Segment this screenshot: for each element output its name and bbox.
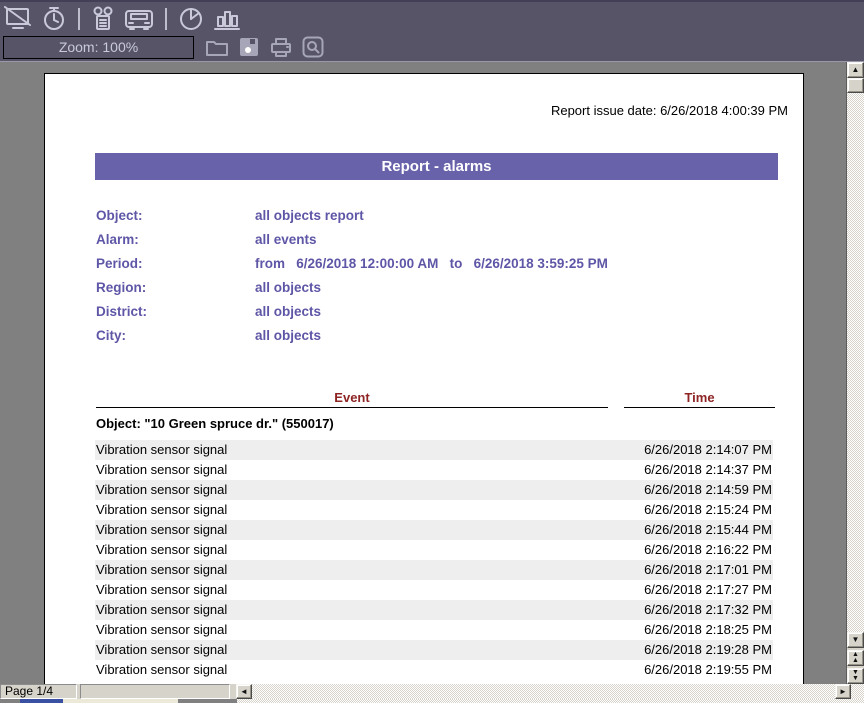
time-cell: 6/26/2018 2:17:27 PM — [644, 580, 772, 600]
time-cell: 6/26/2018 2:19:55 PM — [644, 660, 772, 680]
report-title: Report - alarms — [95, 153, 778, 180]
scroll-down-button[interactable]: ▼ — [847, 632, 864, 648]
column-header-time: Time — [624, 390, 775, 408]
scroll-up-button[interactable]: ▲ — [847, 62, 864, 78]
zoom-level-indicator[interactable]: Zoom: 100% — [3, 36, 194, 59]
table-row: Vibration sensor signal 6/26/2018 2:18:2… — [95, 620, 773, 640]
event-cell: Vibration sensor signal — [96, 660, 227, 680]
page-indicator: Page 1/4 — [0, 684, 77, 699]
time-cell: 6/26/2018 2:14:59 PM — [644, 480, 772, 500]
scroll-left-button[interactable]: ◄ — [236, 684, 252, 699]
time-cell: 6/26/2018 2:17:32 PM — [644, 600, 772, 620]
open-folder-icon[interactable] — [205, 36, 229, 58]
print-icon[interactable] — [269, 36, 293, 58]
event-cell: Vibration sensor signal — [96, 480, 227, 500]
toolbar-row-file — [205, 35, 324, 59]
search-icon[interactable] — [302, 36, 324, 58]
vertical-scroll-thumb[interactable] — [847, 78, 864, 93]
event-cell: Vibration sensor signal — [96, 460, 227, 480]
toolbar-separator — [78, 8, 80, 30]
background-window-fragment — [20, 699, 63, 703]
vertical-scrollbar[interactable]: ▲ ▼ ▲▲ ▼▼ — [846, 62, 864, 684]
time-cell: 6/26/2018 2:14:37 PM — [644, 460, 772, 480]
meta-label: Alarm: — [96, 228, 255, 252]
time-cell: 6/26/2018 2:15:44 PM — [644, 520, 772, 540]
main-toolbar: Zoom: 100% — [0, 0, 864, 62]
event-table: Vibration sensor signal 6/26/2018 2:14:0… — [95, 440, 773, 680]
meta-row: Period:from 6/26/2018 12:00:00 AM to 6/2… — [96, 252, 786, 276]
table-row: Vibration sensor signal 6/26/2018 2:14:5… — [95, 480, 773, 500]
table-row: Vibration sensor signal 6/26/2018 2:19:5… — [95, 660, 773, 680]
toolbar-row-main — [4, 5, 241, 33]
meta-row: District:all objects — [96, 300, 786, 324]
table-row: Vibration sensor signal 6/26/2018 2:15:4… — [95, 520, 773, 540]
horizontal-scrollbar[interactable]: ◄ ► — [236, 684, 864, 699]
previous-page-button[interactable]: ▲▲ — [847, 650, 864, 666]
event-cell: Vibration sensor signal — [96, 440, 227, 460]
toolbar-separator — [165, 8, 167, 30]
report-preview-area: Report issue date: 6/26/2018 4:00:39 PM … — [0, 62, 846, 684]
table-row: Vibration sensor signal 6/26/2018 2:17:3… — [95, 600, 773, 620]
meta-label: Object: — [96, 204, 255, 228]
event-cell: Vibration sensor signal — [96, 520, 227, 540]
table-row: Vibration sensor signal 6/26/2018 2:17:0… — [95, 560, 773, 580]
next-page-button[interactable]: ▼▼ — [847, 668, 864, 684]
meta-label: City: — [96, 324, 255, 348]
meta-row: Alarm:all events — [96, 228, 786, 252]
event-cell: Vibration sensor signal — [96, 640, 227, 660]
time-cell: 6/26/2018 2:17:01 PM — [644, 560, 772, 580]
time-cell: 6/26/2018 2:18:25 PM — [644, 620, 772, 640]
time-cell: 6/26/2018 2:14:07 PM — [644, 440, 772, 460]
table-row: Vibration sensor signal 6/26/2018 2:19:2… — [95, 640, 773, 660]
background-window-edge — [0, 699, 864, 703]
pie-chart-icon[interactable] — [178, 6, 204, 32]
meta-row: Object:all objects report — [96, 204, 786, 228]
time-cell: 6/26/2018 2:19:28 PM — [644, 640, 772, 660]
table-row: Vibration sensor signal 6/26/2018 2:14:3… — [95, 460, 773, 480]
table-row: Vibration sensor signal 6/26/2018 2:17:2… — [95, 580, 773, 600]
table-row: Vibration sensor signal 6/26/2018 2:16:2… — [95, 540, 773, 560]
meta-row: City:all objects — [96, 324, 786, 348]
event-cell: Vibration sensor signal — [96, 540, 227, 560]
event-cell: Vibration sensor signal — [96, 620, 227, 640]
report-page: Report issue date: 6/26/2018 4:00:39 PM … — [44, 73, 804, 684]
meta-label: Region: — [96, 276, 255, 300]
report-meta: Object:all objects report Alarm:all even… — [96, 204, 786, 348]
meta-value: all objects — [255, 304, 321, 319]
time-cell: 6/26/2018 2:15:24 PM — [644, 500, 772, 520]
vertical-scroll-track[interactable] — [847, 93, 864, 632]
status-bar: Page 1/4 ◄ ► — [0, 684, 864, 699]
background-window-fragment — [178, 699, 237, 703]
alarm-clock-icon[interactable] — [41, 6, 67, 32]
time-cell: 6/26/2018 2:16:22 PM — [644, 540, 772, 560]
car-icon[interactable] — [124, 6, 154, 32]
status-panel-empty — [80, 684, 230, 699]
meta-value: all events — [255, 232, 317, 247]
meta-value: from 6/26/2018 12:00:00 AM to 6/26/2018 … — [255, 256, 608, 271]
table-row: Vibration sensor signal 6/26/2018 2:14:0… — [95, 440, 773, 460]
meta-row: Region:all objects — [96, 276, 786, 300]
column-header-event: Event — [96, 390, 608, 408]
event-cell: Vibration sensor signal — [96, 500, 227, 520]
background-window-fragment — [63, 699, 178, 703]
report-issue-date: Report issue date: 6/26/2018 4:00:39 PM — [551, 103, 788, 118]
meta-value: all objects — [255, 328, 321, 343]
table-row: Vibration sensor signal 6/26/2018 2:15:2… — [95, 500, 773, 520]
event-cell: Vibration sensor signal — [96, 580, 227, 600]
event-cell: Vibration sensor signal — [96, 560, 227, 580]
meta-label: Period: — [96, 252, 255, 276]
object-group-header: Object: "10 Green spruce dr." (550017) — [96, 416, 334, 431]
background-window-fragment — [0, 699, 20, 703]
recorder-icon[interactable] — [91, 6, 115, 32]
save-icon[interactable] — [238, 36, 260, 58]
scroll-right-button[interactable]: ► — [835, 684, 851, 699]
meta-label: District: — [96, 300, 255, 324]
meta-value: all objects — [255, 280, 321, 295]
report-viewer-window: Zoom: 100% — [0, 0, 864, 703]
event-cell: Vibration sensor signal — [96, 600, 227, 620]
meta-value: all objects report — [255, 208, 364, 223]
monitor-off-icon[interactable] — [4, 6, 32, 32]
bar-chart-icon[interactable] — [213, 6, 241, 32]
